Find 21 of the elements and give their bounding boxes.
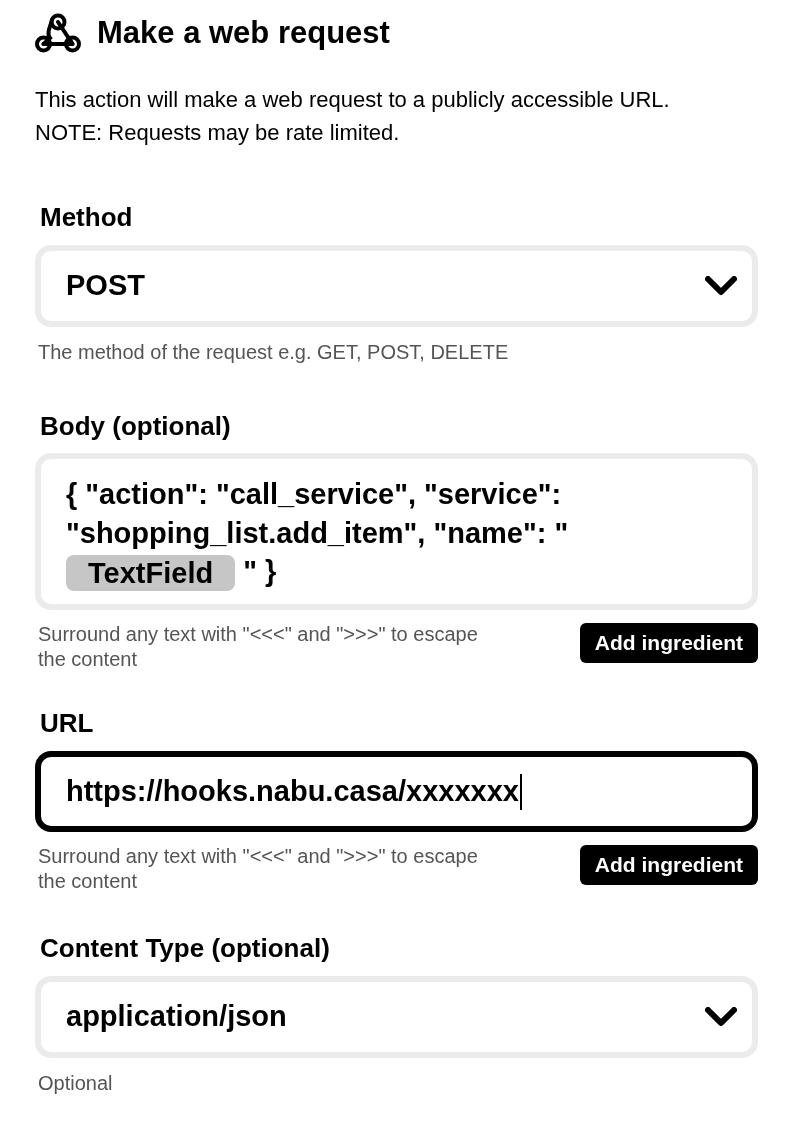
- webhook-icon: [35, 13, 81, 53]
- help-text: The method of the request e.g. GET, POST, DELETE: [38, 340, 510, 364]
- dropdown[interactable]: POST: [35, 245, 758, 327]
- add-ingredient-button[interactable]: Add ingredient: [579, 623, 758, 663]
- field-label: Content Type (optional): [40, 933, 331, 963]
- field-label: URL: [40, 708, 95, 738]
- url-field[interactable]: https://hooks.nabu.casa/xxxxxxx: [35, 751, 758, 832]
- chevron-down-icon: [705, 1007, 737, 1027]
- field-label: Body (optional): [40, 411, 232, 441]
- page-title: Make a web request: [97, 14, 390, 52]
- text-cursor-icon: [519, 773, 522, 810]
- help-text: Surround any text with "<<<" and ">>>" to escape the content: [38, 622, 479, 672]
- help-text: Surround any text with "<<<" and ">>>" to escape the content: [38, 844, 479, 894]
- chevron-down-icon: [705, 276, 737, 296]
- ingredient-token[interactable]: TextField: [66, 555, 236, 592]
- description-text: This action will make a web request to a publicly accessible URL. NOTE: Requests may be rate limited.: [35, 86, 671, 147]
- add-ingredient-button[interactable]: Add ingredient: [579, 845, 758, 885]
- help-text: Optional: [38, 1071, 114, 1095]
- field-label: Method: [40, 202, 134, 232]
- body-field[interactable]: { "action": "call_service", "service": "shopping_list.add_item", "name": " TextField " }: [35, 453, 758, 610]
- dropdown[interactable]: application/json: [35, 976, 758, 1058]
